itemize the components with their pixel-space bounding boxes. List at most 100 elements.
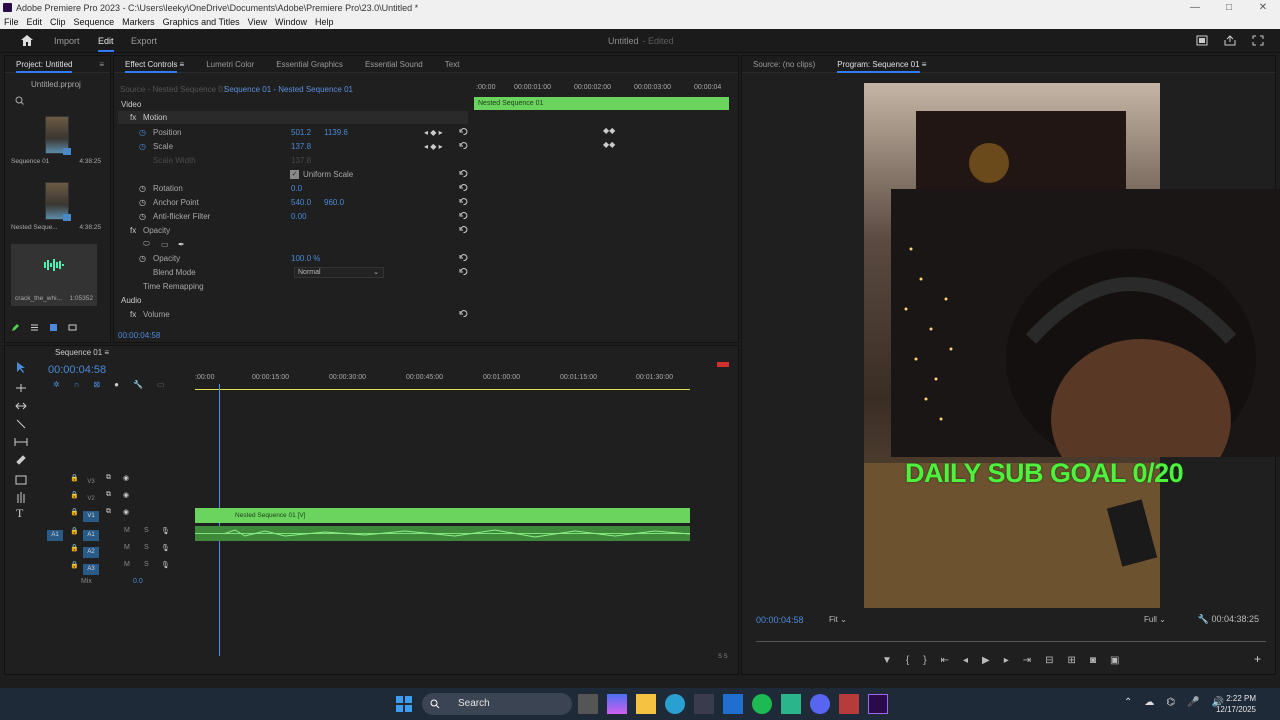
anti-flicker-value[interactable]: 0.00	[291, 212, 307, 221]
opacity-section-row[interactable]: fx Opacity	[114, 223, 474, 237]
snap-icon[interactable]: ∩	[74, 380, 80, 389]
zoom-select[interactable]: Fit ⌄	[829, 615, 847, 624]
reset-icon[interactable]	[459, 141, 468, 150]
bin-item-sequence[interactable]: Sequence 01 4:38:25	[11, 116, 101, 165]
step-back-icon[interactable]: ◂	[963, 655, 968, 666]
mic-icon[interactable]: 🎙	[161, 544, 170, 552]
copilot-icon[interactable]	[607, 694, 627, 714]
lock-icon[interactable]: 🔒	[70, 474, 79, 482]
premiere-taskbar-icon[interactable]	[868, 694, 888, 714]
sequence-clip-label[interactable]: Sequence 01 - Nested Sequence 01	[224, 85, 353, 94]
mic-icon[interactable]: 🎙	[161, 561, 170, 569]
track-select-icon[interactable]	[16, 384, 26, 392]
work-area-bar[interactable]	[195, 389, 690, 390]
eye-icon[interactable]: ◉	[123, 491, 129, 499]
add-marker-icon[interactable]: ▼	[882, 655, 892, 666]
solo-button[interactable]: S	[144, 527, 149, 534]
mic-icon[interactable]: 🎙	[161, 527, 170, 535]
go-to-in-icon[interactable]: ⇤	[941, 655, 949, 666]
network-icon[interactable]: ⌬	[1166, 697, 1175, 708]
menu-graphics[interactable]: Graphics and Titles	[159, 17, 244, 27]
maximize-button[interactable]: □	[1212, 0, 1246, 15]
pen-tool-icon[interactable]	[16, 455, 26, 465]
panel-menu-icon[interactable]: ≡	[99, 60, 110, 69]
lock-icon[interactable]: 🔒	[70, 561, 79, 569]
program-scrubber[interactable]	[756, 641, 1266, 642]
effect-timeline-ruler[interactable]: :00:00 00:00:01:00 00:00:02:00 00:00:03:…	[474, 83, 730, 95]
linked-icon[interactable]: ⊠	[93, 380, 100, 389]
volume-row[interactable]: fx Volume	[114, 307, 474, 321]
compare-icon[interactable]: ▣	[1110, 655, 1119, 666]
tab-source-monitor[interactable]: Source: (no clips)	[742, 60, 826, 69]
keyframe-nav-icon[interactable]: ◂ ◆ ▸	[424, 128, 443, 137]
stopwatch-icon[interactable]: ◷	[139, 198, 146, 207]
menu-sequence[interactable]: Sequence	[70, 17, 119, 27]
sequence-tab[interactable]: Sequence 01 ≡	[55, 348, 109, 357]
menu-markers[interactable]: Markers	[118, 17, 159, 27]
nest-icon[interactable]: ✲	[53, 380, 60, 389]
share-icon[interactable]	[1224, 35, 1236, 46]
mix-value[interactable]: 0.0	[133, 578, 143, 585]
mute-button[interactable]: M	[124, 527, 130, 534]
program-timecode[interactable]: 00:00:04:58	[756, 615, 804, 625]
razor-icon[interactable]	[16, 419, 26, 429]
resolution-select[interactable]: Full ⌄	[1144, 615, 1166, 624]
tab-lumetri-color[interactable]: Lumetri Color	[195, 60, 265, 69]
reset-icon[interactable]	[459, 225, 468, 234]
reset-icon[interactable]	[459, 309, 468, 318]
eye-icon[interactable]: ◉	[123, 474, 129, 482]
stopwatch-icon[interactable]: ◷	[139, 184, 146, 193]
stopwatch-icon[interactable]: ◷	[139, 142, 146, 151]
bin-item-nested[interactable]: Nested Seque... 4:38:25	[11, 182, 101, 231]
tray-chevron-icon[interactable]: ⌃	[1124, 697, 1132, 708]
menu-window[interactable]: Window	[271, 17, 311, 27]
search-icon[interactable]	[15, 96, 24, 105]
timeline-ruler[interactable]: :00:00 00:00:15:00 00:00:30:00 00:00:45:…	[195, 374, 695, 386]
captions-icon[interactable]: ▭	[157, 380, 165, 389]
lock-icon[interactable]: 🔒	[70, 544, 79, 552]
slip-icon[interactable]	[14, 438, 28, 446]
uniform-scale-checkbox[interactable]: ✓	[290, 169, 299, 179]
mark-out-icon[interactable]: }	[923, 655, 926, 666]
mute-button[interactable]: M	[124, 561, 130, 568]
pen-mask-icon[interactable]: ✒	[178, 240, 185, 249]
rotation-value[interactable]: 0.0	[291, 184, 302, 193]
spotify-icon[interactable]	[752, 694, 772, 714]
task-view-icon[interactable]	[578, 694, 598, 714]
solo-button[interactable]: S	[144, 544, 149, 551]
fullscreen-icon[interactable]	[1252, 35, 1264, 46]
icon-view-icon[interactable]	[49, 323, 58, 332]
marker-icon[interactable]: ●	[114, 380, 119, 389]
tab-program-monitor[interactable]: Program: Sequence 01 ≡	[826, 59, 937, 73]
mark-in-icon[interactable]: {	[906, 655, 909, 666]
anchor-y-value[interactable]: 960.0	[324, 198, 344, 207]
store-icon[interactable]	[694, 694, 714, 714]
whatsapp-icon[interactable]	[781, 694, 801, 714]
bin-item-audio[interactable]: crack_the_whi... 1:05352	[11, 244, 97, 306]
blend-mode-dropdown[interactable]: Normal ⌄	[294, 267, 384, 278]
menu-edit[interactable]: Edit	[23, 17, 47, 27]
scale-value[interactable]: 137.8	[291, 142, 311, 151]
microphone-icon[interactable]: 🎤	[1187, 697, 1199, 708]
play-icon[interactable]: ▶	[982, 655, 990, 666]
lift-icon[interactable]: ⊟	[1045, 655, 1053, 666]
ellipse-mask-icon[interactable]: ⬭	[143, 239, 150, 249]
ripple-edit-icon[interactable]	[15, 402, 27, 410]
close-button[interactable]: ✕	[1246, 0, 1280, 15]
tab-export[interactable]: Export	[131, 36, 157, 46]
extract-icon[interactable]: ⊞	[1068, 655, 1076, 666]
menu-view[interactable]: View	[244, 17, 271, 27]
tab-text[interactable]: Text	[434, 60, 471, 69]
step-forward-icon[interactable]: ▸	[1004, 655, 1009, 666]
video-clip[interactable]: Nested Sequence 01 [V]	[195, 508, 690, 523]
opacity-value[interactable]: 100.0 %	[291, 254, 320, 263]
position-keyframes[interactable]: ◆◆	[603, 126, 615, 135]
lock-icon[interactable]: 🔒	[70, 491, 79, 499]
discord-icon[interactable]	[810, 694, 830, 714]
tab-essential-sound[interactable]: Essential Sound	[354, 60, 434, 69]
tab-essential-graphics[interactable]: Essential Graphics	[265, 60, 354, 69]
settings-wrench-icon[interactable]: 🔧	[133, 380, 143, 389]
reset-icon[interactable]	[459, 183, 468, 192]
tab-edit[interactable]: Edit	[98, 36, 114, 52]
menu-file[interactable]: File	[0, 17, 23, 27]
